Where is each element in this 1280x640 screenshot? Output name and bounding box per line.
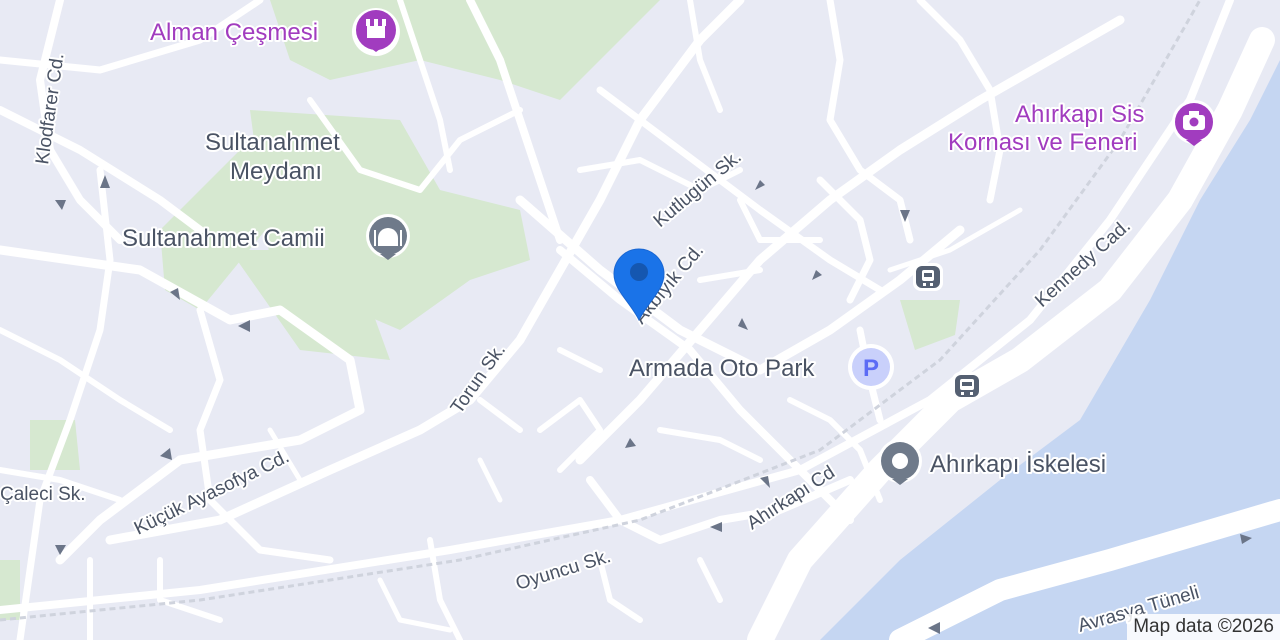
poi-label-alman-cesmesi: Alman Çeşmesi (150, 19, 318, 46)
fountain-icon (351, 8, 400, 56)
tram-icon[interactable] (913, 263, 943, 291)
poi-label-sultanahmet-camii: Sultanahmet Camii (122, 225, 325, 252)
map-canvas[interactable]: Klodfarer Cd. Kutlugün Sk. Akbıyık Cd. T… (0, 0, 1280, 640)
poi-label-sultanahmet-meydani-1: Sultanahmet (205, 129, 340, 156)
bus-icon[interactable] (952, 372, 982, 400)
poi-label-ahirkapi-sis-1: Ahırkapı Sis (1015, 101, 1144, 128)
map-base: Klodfarer Cd. Kutlugün Sk. Akbıyık Cd. T… (0, 0, 1280, 640)
poi-label-sultanahmet-meydani-2: Meydanı (230, 158, 322, 185)
poi-label-armada-oto-park: Armada Oto Park (629, 355, 815, 382)
parking-icon: P (848, 344, 894, 390)
poi-label-ahirkapi-iskelesi: Ahırkapı İskelesi (930, 451, 1106, 478)
street-label-caleci: Çaleci Sk. (0, 484, 86, 505)
parking-icon-letter: P (863, 355, 879, 382)
map-attribution: Map data ©2026 (1127, 614, 1280, 640)
poi-label-ahirkapi-sis-2: Kornası ve Feneri (948, 129, 1137, 156)
